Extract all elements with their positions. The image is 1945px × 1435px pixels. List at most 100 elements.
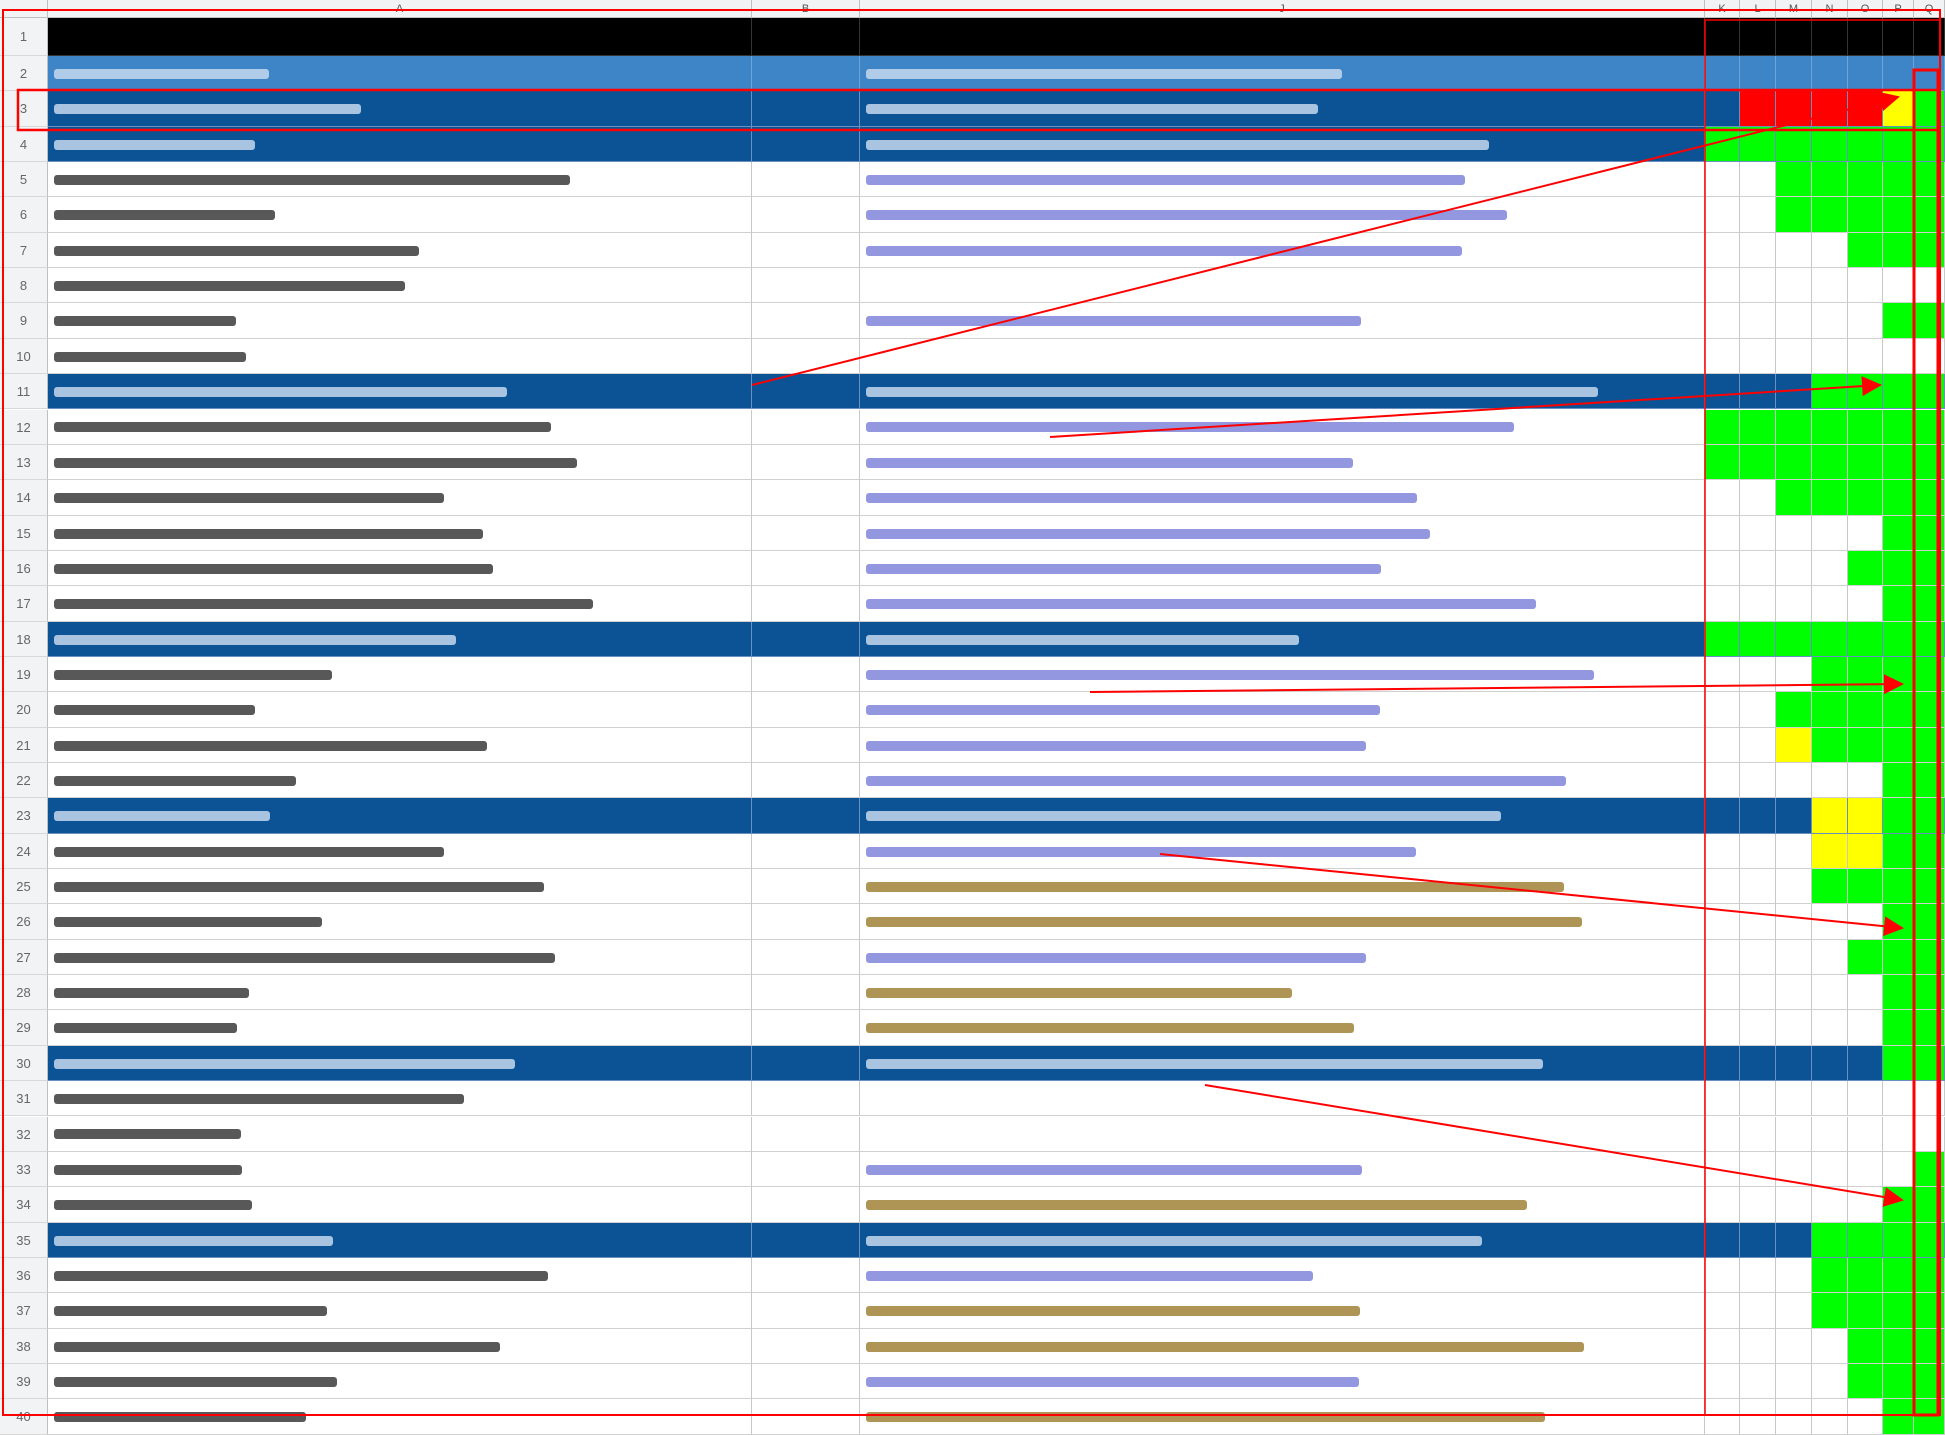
month-value[interactable] bbox=[1848, 939, 1883, 976]
month-value[interactable] bbox=[1740, 56, 1776, 92]
volume-cell[interactable] bbox=[752, 268, 860, 304]
column-header[interactable]: J bbox=[860, 0, 1705, 18]
volume-cell[interactable] bbox=[752, 162, 860, 198]
month-value[interactable] bbox=[1812, 197, 1848, 233]
keyword-cell[interactable] bbox=[48, 798, 752, 834]
keyword-cell[interactable] bbox=[48, 162, 752, 198]
month-value[interactable] bbox=[1740, 975, 1776, 1011]
month-value[interactable] bbox=[1812, 515, 1848, 551]
month-value[interactable] bbox=[1740, 1116, 1776, 1152]
volume-cell[interactable] bbox=[752, 1010, 860, 1046]
month-value[interactable] bbox=[1776, 833, 1812, 870]
link-cell[interactable] bbox=[860, 727, 1705, 763]
link-cell[interactable] bbox=[860, 56, 1705, 92]
month-value[interactable] bbox=[1812, 798, 1848, 834]
keyword-cell[interactable] bbox=[48, 303, 752, 339]
column-header[interactable]: Q bbox=[1914, 0, 1945, 18]
month-value[interactable] bbox=[1812, 939, 1848, 976]
month-value[interactable] bbox=[1812, 1151, 1848, 1188]
month-value[interactable] bbox=[1776, 480, 1812, 516]
month-value[interactable] bbox=[1812, 444, 1848, 481]
month-value[interactable] bbox=[1848, 444, 1883, 481]
month-value[interactable] bbox=[1812, 91, 1848, 127]
link-cell[interactable] bbox=[860, 869, 1705, 905]
volume-cell[interactable] bbox=[752, 1081, 860, 1117]
month-value[interactable] bbox=[1914, 162, 1945, 198]
month-value[interactable] bbox=[1914, 1363, 1945, 1400]
month-value[interactable] bbox=[1848, 268, 1883, 304]
month-value[interactable] bbox=[1705, 91, 1740, 127]
month-value[interactable] bbox=[1883, 586, 1914, 622]
month-value[interactable] bbox=[1776, 1116, 1812, 1152]
month-value[interactable] bbox=[1812, 1363, 1848, 1400]
month-value[interactable] bbox=[1705, 1328, 1740, 1364]
month-value[interactable] bbox=[1848, 763, 1883, 799]
month-value[interactable] bbox=[1812, 1045, 1848, 1082]
month-value[interactable] bbox=[1883, 162, 1914, 198]
month-value[interactable] bbox=[1812, 1222, 1848, 1258]
month-value[interactable] bbox=[1740, 374, 1776, 410]
month-value[interactable] bbox=[1776, 904, 1812, 940]
month-value[interactable] bbox=[1848, 1257, 1883, 1294]
keyword-cell[interactable] bbox=[48, 338, 752, 375]
month-value[interactable] bbox=[1883, 409, 1914, 445]
month-value[interactable] bbox=[1883, 1293, 1914, 1329]
header-month[interactable] bbox=[1776, 18, 1812, 56]
month-value[interactable] bbox=[1740, 1257, 1776, 1294]
volume-cell[interactable] bbox=[752, 91, 860, 127]
month-value[interactable] bbox=[1914, 1328, 1945, 1364]
month-value[interactable] bbox=[1914, 1257, 1945, 1294]
month-value[interactable] bbox=[1883, 1222, 1914, 1258]
month-value[interactable] bbox=[1740, 444, 1776, 481]
month-value[interactable] bbox=[1914, 1010, 1945, 1046]
volume-cell[interactable] bbox=[752, 550, 860, 587]
month-value[interactable] bbox=[1776, 550, 1812, 587]
header-title[interactable] bbox=[48, 18, 752, 56]
month-value[interactable] bbox=[1848, 1222, 1883, 1258]
header-month[interactable] bbox=[1812, 18, 1848, 56]
month-value[interactable] bbox=[1914, 1116, 1945, 1152]
column-header[interactable]: P bbox=[1883, 0, 1914, 18]
volume-cell[interactable] bbox=[752, 798, 860, 834]
month-value[interactable] bbox=[1914, 586, 1945, 622]
month-value[interactable] bbox=[1914, 621, 1945, 657]
link-cell[interactable] bbox=[860, 586, 1705, 622]
link-cell[interactable] bbox=[860, 550, 1705, 587]
month-value[interactable] bbox=[1705, 338, 1740, 375]
link-cell[interactable] bbox=[860, 303, 1705, 339]
month-value[interactable] bbox=[1705, 621, 1740, 657]
header-month[interactable] bbox=[1883, 18, 1914, 56]
month-value[interactable] bbox=[1776, 444, 1812, 481]
link-cell[interactable] bbox=[860, 1081, 1705, 1117]
month-value[interactable] bbox=[1705, 1257, 1740, 1294]
month-value[interactable] bbox=[1914, 480, 1945, 516]
volume-cell[interactable] bbox=[752, 1363, 860, 1400]
month-value[interactable] bbox=[1914, 1081, 1945, 1117]
month-value[interactable] bbox=[1776, 727, 1812, 763]
month-value[interactable] bbox=[1812, 303, 1848, 339]
month-value[interactable] bbox=[1848, 1187, 1883, 1223]
month-value[interactable] bbox=[1705, 1045, 1740, 1082]
month-value[interactable] bbox=[1883, 869, 1914, 905]
month-value[interactable] bbox=[1812, 409, 1848, 445]
month-value[interactable] bbox=[1705, 833, 1740, 870]
month-value[interactable] bbox=[1812, 480, 1848, 516]
month-value[interactable] bbox=[1883, 338, 1914, 375]
link-cell[interactable] bbox=[860, 197, 1705, 233]
month-value[interactable] bbox=[1914, 798, 1945, 834]
keyword-cell[interactable] bbox=[48, 480, 752, 516]
month-value[interactable] bbox=[1705, 303, 1740, 339]
link-cell[interactable] bbox=[860, 444, 1705, 481]
month-value[interactable] bbox=[1705, 1116, 1740, 1152]
month-value[interactable] bbox=[1776, 1187, 1812, 1223]
month-value[interactable] bbox=[1740, 763, 1776, 799]
link-cell[interactable] bbox=[860, 268, 1705, 304]
month-value[interactable] bbox=[1914, 975, 1945, 1011]
keyword-cell[interactable] bbox=[48, 91, 752, 127]
volume-cell[interactable] bbox=[752, 1116, 860, 1152]
month-value[interactable] bbox=[1848, 550, 1883, 587]
month-value[interactable] bbox=[1776, 1222, 1812, 1258]
month-value[interactable] bbox=[1848, 1328, 1883, 1364]
volume-cell[interactable] bbox=[752, 56, 860, 92]
month-value[interactable] bbox=[1740, 197, 1776, 233]
